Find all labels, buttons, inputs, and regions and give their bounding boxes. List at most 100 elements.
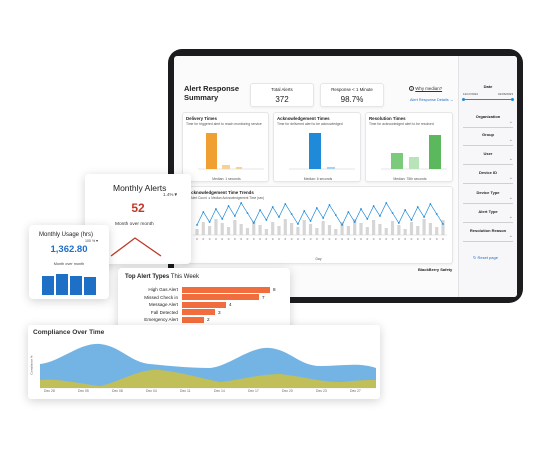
compliance-card: Compliance Over Time Compliance % Dec 28…	[28, 325, 380, 399]
top-alert-bar[interactable]	[182, 294, 259, 301]
trend-count-bar	[340, 222, 344, 235]
trend-x-tick: 0	[442, 237, 444, 241]
top-alert-bar[interactable]	[182, 316, 204, 323]
trend-chart: 0000000000000000000000000000000000000000	[193, 202, 447, 241]
trend-count-bar	[195, 229, 199, 235]
delivery-bar-1	[206, 133, 217, 169]
date-filter[interactable]: Date 12/17/2022 01/06/2023	[459, 84, 517, 101]
info-icon: i	[409, 86, 414, 91]
compliance-chart	[40, 343, 376, 389]
trend-x-tick: 0	[291, 237, 293, 241]
trend-median-point	[404, 209, 407, 211]
res-bar-1	[391, 153, 403, 169]
trend-x-tick: 0	[221, 237, 223, 241]
delivery-bar-3	[236, 167, 242, 169]
trend-count-bar	[334, 229, 338, 235]
kpi-total-alerts: Total Alerts 372	[250, 83, 314, 107]
trend-median-point	[410, 219, 413, 221]
trend-count-bar	[378, 224, 382, 235]
monthly-usage-title: Monthly Usage (hrs)	[39, 232, 94, 238]
trend-median-point	[227, 205, 230, 207]
top-alert-label: Emergency Alert	[144, 317, 178, 323]
trend-median-point	[265, 219, 268, 221]
top-alert-bar[interactable]	[182, 301, 226, 308]
compliance-x-tick: Dec 20	[282, 389, 293, 393]
trend-x-tick: 0	[392, 237, 394, 241]
filter-sidebar: Date 12/17/2022 01/06/2023 Organization …	[458, 56, 517, 297]
compliance-x-tick: Dec 11	[180, 389, 191, 393]
alert-type-filter[interactable]: Alert Type	[459, 209, 517, 223]
trend-x-tick: 0	[398, 237, 400, 241]
compliance-title: Compliance Over Time	[33, 329, 105, 336]
trend-count-bar	[384, 228, 388, 235]
brand-logo: BlackBerry Safety	[418, 267, 453, 272]
details-link[interactable]: Alert Response Details →	[410, 98, 453, 102]
trend-count-bar	[390, 221, 395, 235]
trend-x-tick: 0	[234, 237, 236, 241]
trend-median-point	[297, 223, 299, 225]
compliance-x-tick: Dec 17	[248, 389, 259, 393]
trend-count-bar	[233, 220, 237, 235]
organization-filter[interactable]: Organization	[459, 114, 517, 128]
trend-median-point	[397, 222, 400, 224]
trend-x-tick: 0	[266, 237, 268, 241]
trend-count-bar	[245, 228, 250, 235]
trend-median-point	[416, 206, 419, 208]
acknowledgement-times-card: Acknowledgement Times Time for delivered…	[273, 112, 361, 182]
top-alert-bar[interactable]	[182, 286, 270, 293]
trend-x-tick: 0	[348, 237, 350, 241]
date-from-input[interactable]: 12/17/2022	[463, 92, 478, 96]
trend-median-point	[252, 222, 255, 224]
trend-median-point	[303, 210, 306, 212]
trend-median-point	[391, 212, 394, 214]
resolution-median: Median: 75th seconds	[393, 177, 427, 181]
group-filter[interactable]: Group	[459, 132, 517, 146]
trend-x-tick: 0	[360, 237, 362, 241]
trend-median-point	[435, 213, 438, 215]
top-alert-value: 4	[229, 302, 232, 308]
resolution-times-card: Resolution Times Time for acknowledged a…	[365, 112, 453, 182]
trend-x-tick: 0	[215, 237, 217, 241]
trend-median-point	[328, 204, 331, 206]
ack-bar-2	[327, 167, 335, 169]
res-bar-3	[429, 135, 441, 169]
trend-count-bar	[226, 227, 231, 235]
trend-x-tick: 0	[385, 237, 387, 241]
top-alert-label: Message Alert	[148, 302, 178, 308]
date-slider[interactable]	[462, 97, 514, 101]
top-alert-label: Missed Check in	[144, 294, 178, 300]
trend-x-tick: 0	[297, 237, 299, 241]
trend-x-tick: 0	[316, 237, 318, 241]
trend-median-point	[366, 218, 369, 220]
trend-legend: ■ Alert Count ● Median Acknowledgement T…	[188, 196, 265, 200]
ack-trend-card: Acknowledgement Time Trends ■ Alert Coun…	[182, 186, 453, 264]
trend-median-point	[290, 213, 293, 215]
monthly-usage-value: 1,362.80	[50, 244, 88, 255]
trend-median-point	[202, 211, 205, 213]
top-alert-bar[interactable]	[182, 309, 215, 316]
monthly-usage-caption: Month over month	[53, 262, 85, 266]
top-alert-value: 3	[218, 309, 221, 315]
trend-x-tick: 0	[335, 237, 337, 241]
compliance-x-tick: Dec 23	[316, 389, 327, 393]
trend-x-tick: 0	[404, 237, 406, 241]
device-id-filter[interactable]: Device ID	[459, 170, 517, 184]
date-to-input[interactable]: 01/06/2023	[498, 92, 513, 96]
trend-x-tick: 0	[284, 237, 286, 241]
device-type-filter[interactable]: Device Type	[459, 190, 517, 204]
why-median-link[interactable]: i Why median?	[409, 86, 442, 91]
monthly-alerts-value: 52	[131, 201, 145, 215]
trend-x-tick: 0	[423, 237, 425, 241]
user-filter[interactable]: User	[459, 151, 517, 165]
trend-x-tick: 0	[322, 237, 324, 241]
trend-median-point	[347, 211, 350, 213]
trend-count-bar	[397, 225, 401, 235]
compliance-x-tick: Dec 05	[78, 389, 89, 393]
trend-median-point	[372, 205, 375, 207]
resolution-reason-filter[interactable]: Resolution Reason	[459, 228, 517, 242]
trend-count-bar	[359, 223, 363, 235]
reset-page-button[interactable]: ↻ Reset page	[473, 255, 498, 260]
monthly-usage-card: Monthly Usage (hrs) 100 %▼ 1,362.80 Mont…	[29, 225, 109, 299]
top-alert-value: 2	[207, 317, 210, 323]
trend-median-point	[334, 214, 337, 216]
